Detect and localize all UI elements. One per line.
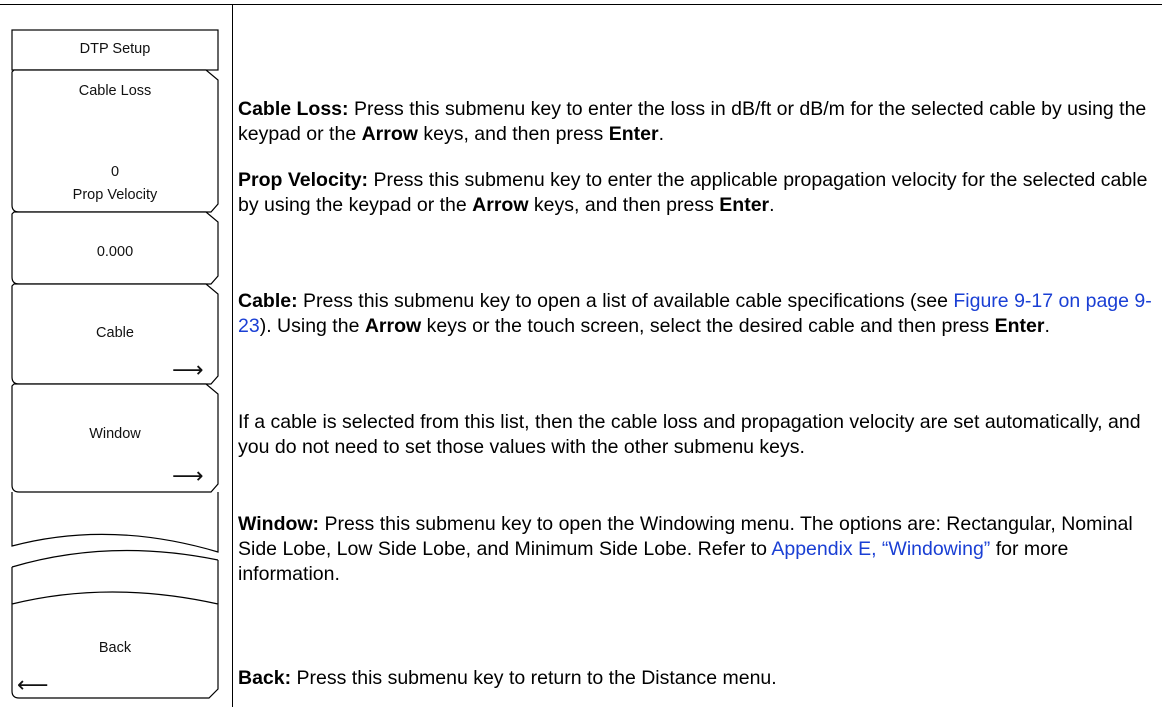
back-description: Back: Press this submenu key to return t… <box>238 666 1158 691</box>
menu-title: DTP Setup <box>79 41 151 57</box>
description-keyword: Enter <box>608 123 659 145</box>
back-label: Back <box>98 640 132 656</box>
appendix-link[interactable]: Appendix E, “Windowing” <box>771 538 990 560</box>
window-description: Window: Press this submenu key to open t… <box>238 512 1158 587</box>
description-keyword: Enter <box>994 315 1045 337</box>
arrow-right-icon: ⟶ <box>172 358 204 383</box>
description-text: . <box>1044 315 1050 337</box>
description-text: keys or the touch screen, select the des… <box>421 315 995 337</box>
description-text: . <box>769 194 775 216</box>
description-keyword: Arrow <box>364 315 422 337</box>
prop-velocity-description: Prop Velocity: Press this submenu key to… <box>238 168 1158 218</box>
cable-loss-label: Cable Loss <box>78 83 152 99</box>
description-term: Back: <box>238 667 292 689</box>
description-term: Cable Loss: <box>238 98 349 120</box>
description-text: ). Using the <box>259 315 365 337</box>
description-keyword: Arrow <box>361 123 418 145</box>
prop-velocity-value: 0.000 <box>96 244 134 260</box>
arrow-left-icon: ⟵ <box>17 673 49 698</box>
blank-key-1 <box>11 492 219 553</box>
arrow-right-icon: ⟶ <box>172 464 204 489</box>
description-text: Press this submenu key to return to the … <box>291 667 777 689</box>
description-text: keys, and then press <box>417 123 609 145</box>
blank-key-2 <box>11 549 219 568</box>
description-term: Cable: <box>238 290 298 312</box>
description-text: keys, and then press <box>528 194 720 216</box>
cable-label: Cable <box>96 325 134 341</box>
prop-velocity-label: Prop Velocity <box>72 187 158 203</box>
column-divider <box>232 4 233 707</box>
description-text: . <box>658 123 664 145</box>
window-label: Window <box>89 426 141 442</box>
description-term: Prop Velocity: <box>238 169 369 191</box>
description-term: Window: <box>238 513 320 535</box>
cable-description: Cable: Press this submenu key to open a … <box>238 289 1158 339</box>
description-keyword: Enter <box>719 194 770 216</box>
description-text: Press this submenu key to open a list of… <box>297 290 954 312</box>
description-keyword: Arrow <box>472 194 529 216</box>
cable-note: If a cable is selected from this list, t… <box>238 411 1141 458</box>
cable-loss-description: Cable Loss: Press this submenu key to en… <box>238 97 1158 147</box>
submenu-panel <box>11 29 219 699</box>
cable-loss-value: 0 <box>110 164 120 180</box>
